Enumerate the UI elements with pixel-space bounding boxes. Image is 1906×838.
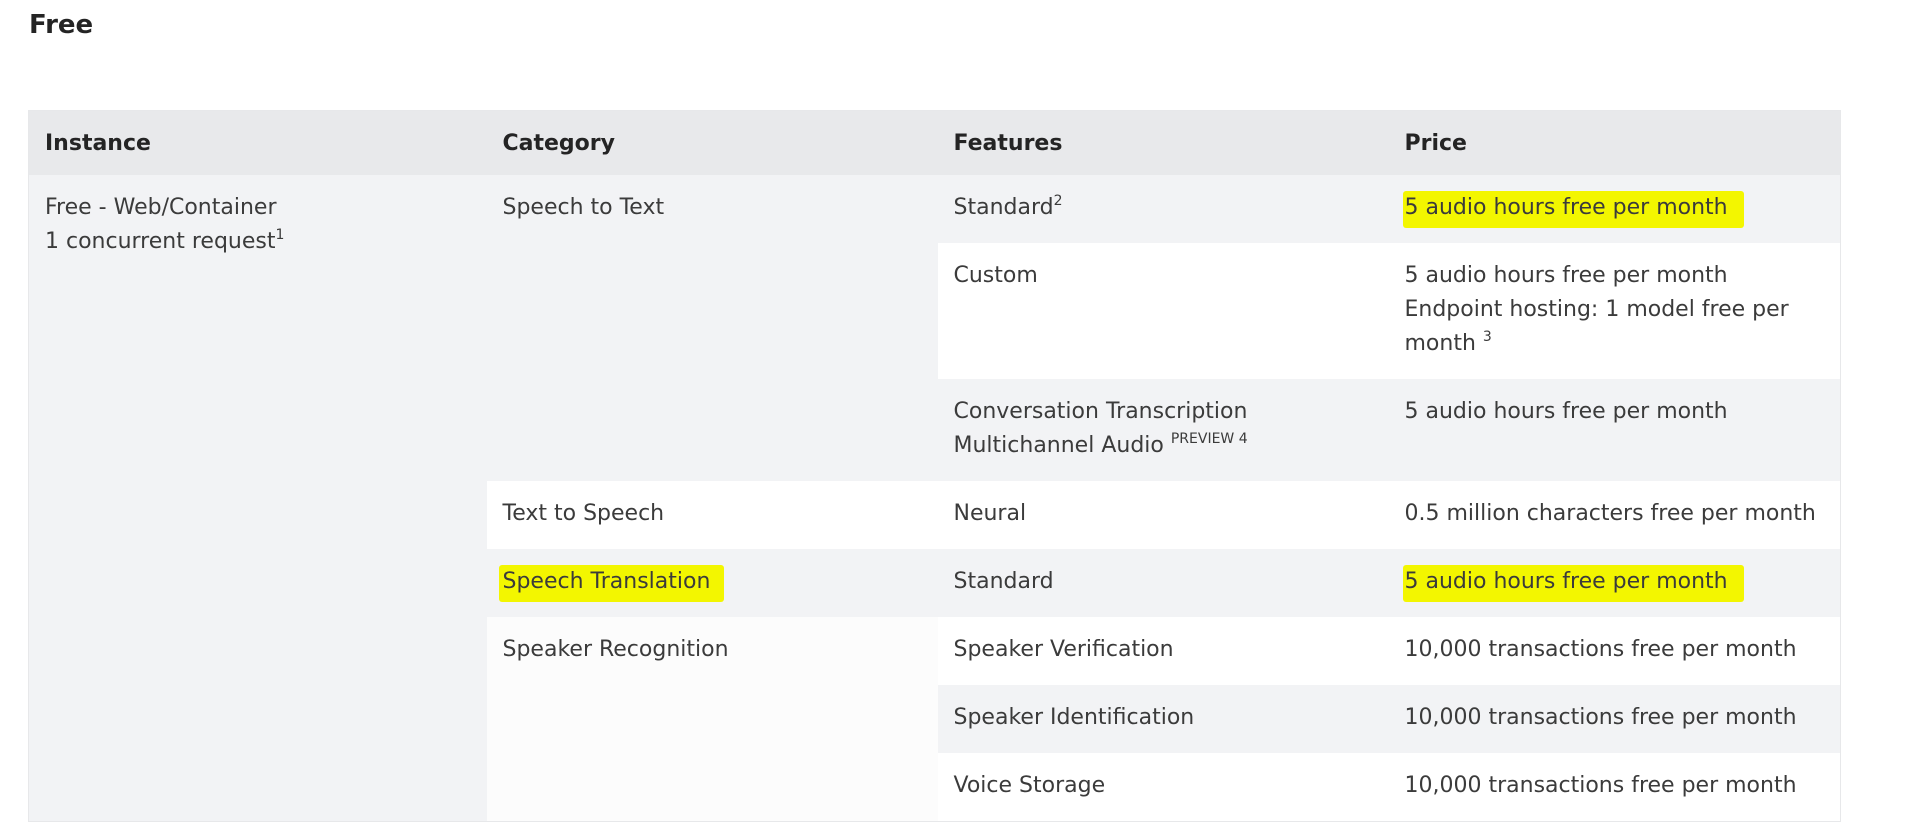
category-cell: Speaker Recognition [486,617,938,821]
header-price: Price [1388,110,1841,175]
category-cell: Speech to Text [486,175,938,481]
category-cell: Speech Translation [486,549,938,617]
highlighted-price: 5 audio hours free per month [1402,565,1744,602]
pricing-table: Instance Category Features Price Free - … [28,110,1841,822]
category-cell: Text to Speech [486,481,938,549]
feature-cell: Speaker Identification [937,685,1389,753]
feature-cell: Standard2 [937,175,1389,243]
feature-cell: Neural [937,481,1389,549]
category-speech-to-text: Speech to Text [502,195,665,220]
table-row: Free - Web/Container 1 concurrent reques… [28,175,1841,821]
header-category: Category [486,110,938,175]
feature-cell: Custom [937,243,1389,379]
highlighted-price: 5 audio hours free per month [1402,191,1744,228]
highlighted-category: Speech Translation [498,565,725,602]
instance-name: Free - Web/Container [45,195,277,220]
header-instance: Instance [28,110,487,175]
preview-badge[interactable]: PREVIEW 4 [1171,431,1248,447]
price-cell: 10,000 transactions free per month [1388,753,1841,821]
feature-cell: Conversation Transcription Multichannel … [937,379,1389,481]
price-cell: 10,000 transactions free per month [1388,617,1841,685]
instance-cell: Free - Web/Container 1 concurrent reques… [28,175,487,821]
feature-cell: Voice Storage [937,753,1389,821]
instance-concurrency: 1 concurrent request1 [45,227,285,254]
footnote-ref[interactable]: 2 [1054,193,1063,209]
price-cell: 5 audio hours free per month [1388,175,1841,243]
price-cell: 5 audio hours free per month [1388,549,1841,617]
table-header-row: Instance Category Features Price [28,110,1841,175]
footnote-ref[interactable]: 3 [1483,329,1492,345]
price-cell: 5 audio hours free per month [1388,379,1841,481]
feature-cell: Speaker Verification [937,617,1389,685]
feature-cell: Standard [937,549,1389,617]
header-features: Features [937,110,1389,175]
price-cell: 5 audio hours free per month Endpoint ho… [1388,243,1841,379]
price-cell: 0.5 million characters free per month [1388,481,1841,549]
page-title: Free [29,10,94,40]
footnote-ref[interactable]: 1 [275,227,284,243]
price-cell: 10,000 transactions free per month [1388,685,1841,753]
